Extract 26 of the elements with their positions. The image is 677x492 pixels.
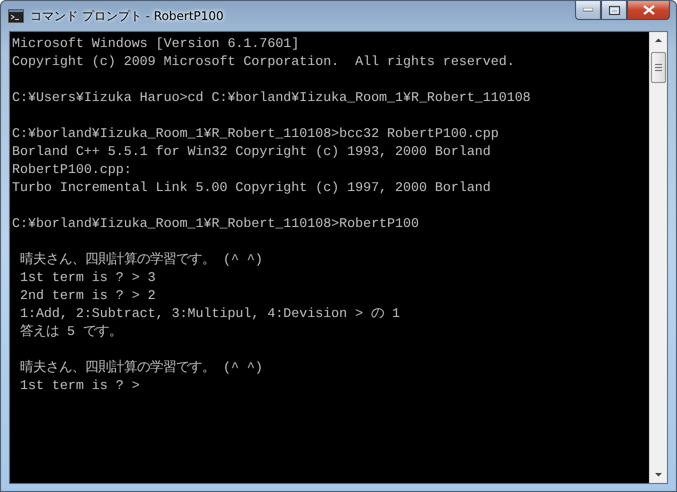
console-line: C:¥borland¥Iizuka_Room_1¥R_Robert_110108>bcc32 RobertP100.cpp (12, 125, 500, 143)
maximize-button[interactable] (601, 1, 627, 20)
console-line: 1st term is ? > (18, 377, 141, 395)
console-line: 晴夫さん、四則計算の学習です。 (^ ^) (18, 359, 264, 377)
console-line: 晴夫さん、四則計算の学習です。 (^ ^) (18, 251, 264, 269)
console-line: Turbo Incremental Link 5.00 Copyright (c) 1997, 2000 Borland (12, 179, 492, 197)
console-line: Borland C++ 5.5.1 for Win32 Copyright (c) 1993, 2000 Borland (12, 143, 492, 161)
console-line: C:¥borland¥Iizuka_Room_1¥R_Robert_110108>RobertP100 (12, 215, 420, 233)
console-icon (8, 9, 24, 23)
close-button[interactable] (627, 1, 670, 20)
console-line: 2nd term is ? > 2 (18, 287, 157, 305)
console-line: RobertP100.cpp: (12, 161, 133, 179)
console-line: Microsoft Windows [Version 6.1.7601] (12, 35, 300, 53)
console-line: 1st term is ? > 3 (18, 269, 157, 287)
scrollbar[interactable] (649, 32, 667, 483)
console-line: C:¥Users¥Iizuka Haruo>cd C:¥borland¥Iizuka_Room_1¥R_Robert_110108 (12, 89, 532, 107)
maximize-icon (608, 6, 620, 14)
grip-icon (655, 64, 662, 71)
window-title: コマンド プロンプト - RobertP100 (30, 8, 225, 24)
minimize-icon (583, 8, 593, 12)
scroll-thumb[interactable] (651, 52, 666, 83)
console-line: 答えは 5 です。 (18, 323, 123, 341)
close-icon (642, 5, 654, 15)
minimize-button[interactable] (575, 1, 601, 20)
console-line: 1:Add, 2:Subtract, 3:Multipul, 4:Devision > の 1 (18, 305, 402, 323)
console-line: Copyright (c) 2009 Microsoft Corporation. All rights reserved. (12, 53, 516, 71)
